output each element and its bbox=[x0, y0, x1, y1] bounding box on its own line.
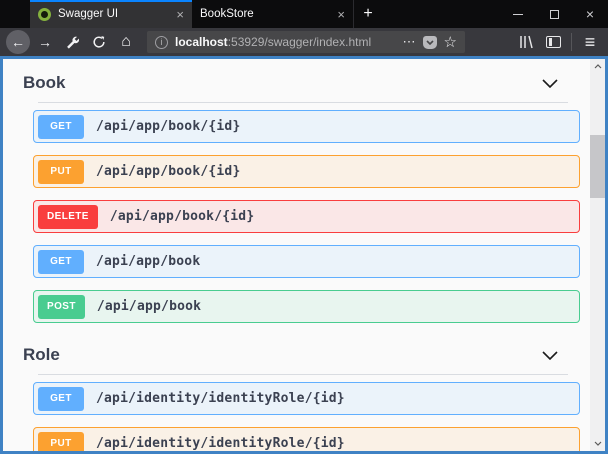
endpoint-path: /api/app/book/{id} bbox=[96, 119, 240, 134]
reload-icon bbox=[92, 35, 106, 49]
scroll-up-button[interactable] bbox=[590, 59, 605, 74]
window-controls: × bbox=[500, 0, 608, 28]
api-sections: BookGET/api/app/book/{id}PUT/api/app/boo… bbox=[3, 73, 590, 451]
section-divider bbox=[38, 374, 568, 375]
tab-swagger-ui[interactable]: Swagger UI × bbox=[30, 0, 192, 28]
new-tab-button[interactable]: + bbox=[354, 0, 382, 28]
endpoint-row-get[interactable]: GET/api/app/book/{id} bbox=[33, 110, 580, 143]
sidebar-icon bbox=[546, 36, 561, 48]
navigation-toolbar: ← → ⌂ i localhost:53929/swagger/index.ht… bbox=[0, 28, 608, 56]
swagger-page: BookGET/api/app/book/{id}PUT/api/app/boo… bbox=[3, 59, 590, 451]
endpoint-row-get[interactable]: GET/api/identity/identityRole/{id} bbox=[33, 382, 580, 415]
bookmark-star-icon[interactable]: ☆ bbox=[444, 33, 457, 51]
titlebar-dragspace bbox=[0, 0, 30, 28]
url-host: localhost bbox=[175, 35, 228, 49]
minimize-icon bbox=[513, 14, 523, 15]
developer-tools-button[interactable] bbox=[60, 30, 84, 54]
endpoint-row-get[interactable]: GET/api/app/book bbox=[33, 245, 580, 278]
tab-close-icon[interactable]: × bbox=[329, 7, 345, 22]
browser-window: Swagger UI × BookStore × + × ← → ⌂ i loc… bbox=[0, 0, 608, 454]
library-icon bbox=[519, 35, 534, 49]
endpoint-row-put[interactable]: PUT/api/identity/identityRole/{id} bbox=[33, 427, 580, 451]
minimize-button[interactable] bbox=[500, 0, 536, 28]
chevron-down-icon bbox=[594, 441, 602, 446]
section-header-role[interactable]: Role bbox=[23, 335, 558, 365]
tab-bookstore[interactable]: BookStore × bbox=[192, 0, 354, 28]
endpoint-row-put[interactable]: PUT/api/app/book/{id} bbox=[33, 155, 580, 188]
method-badge: PUT bbox=[38, 160, 84, 184]
method-badge: GET bbox=[38, 115, 84, 139]
tab-close-icon[interactable]: × bbox=[168, 7, 184, 22]
address-bar[interactable]: i localhost:53929/swagger/index.html ⋯ ☆ bbox=[147, 31, 465, 53]
endpoint-path: /api/app/book bbox=[96, 254, 200, 269]
section-title: Book bbox=[23, 73, 66, 93]
back-icon: ← bbox=[11, 34, 25, 50]
scrollbar-thumb[interactable] bbox=[590, 135, 605, 198]
menu-button[interactable]: ≡ bbox=[578, 30, 602, 54]
toolbar-separator bbox=[571, 33, 572, 51]
endpoint-path: /api/app/book/{id} bbox=[96, 164, 240, 179]
method-badge: GET bbox=[38, 387, 84, 411]
api-section-book: BookGET/api/app/book/{id}PUT/api/app/boo… bbox=[3, 73, 590, 323]
vertical-scrollbar[interactable] bbox=[590, 59, 605, 451]
method-badge: PUT bbox=[38, 432, 84, 452]
method-badge: GET bbox=[38, 250, 84, 274]
url-text[interactable]: localhost:53929/swagger/index.html bbox=[175, 35, 396, 49]
url-path: :53929/swagger/index.html bbox=[228, 35, 371, 49]
tab-title: Swagger UI bbox=[58, 8, 168, 20]
chevron-down-icon bbox=[542, 79, 558, 88]
reload-button[interactable] bbox=[87, 30, 111, 54]
forward-button[interactable]: → bbox=[33, 30, 57, 54]
sidebar-toggle-button[interactable] bbox=[541, 30, 565, 54]
swagger-favicon-icon bbox=[38, 8, 51, 21]
site-info-icon[interactable]: i bbox=[155, 36, 168, 49]
method-badge: POST bbox=[38, 295, 85, 319]
hamburger-menu-icon: ≡ bbox=[585, 32, 596, 53]
endpoint-row-post[interactable]: POST/api/app/book bbox=[33, 290, 580, 323]
titlebar: Swagger UI × BookStore × + × bbox=[0, 0, 608, 28]
library-button[interactable] bbox=[514, 30, 538, 54]
wrench-icon bbox=[65, 35, 79, 49]
endpoint-path: /api/app/book/{id} bbox=[110, 209, 254, 224]
forward-icon: → bbox=[38, 34, 52, 50]
section-title: Role bbox=[23, 345, 60, 365]
scroll-down-button[interactable] bbox=[590, 436, 605, 451]
back-button[interactable]: ← bbox=[6, 30, 30, 54]
endpoint-path: /api/app/book bbox=[97, 299, 201, 314]
endpoint-row-delete[interactable]: DELETE/api/app/book/{id} bbox=[33, 200, 580, 233]
method-badge: DELETE bbox=[38, 205, 98, 229]
pocket-icon[interactable] bbox=[423, 36, 437, 49]
endpoint-path: /api/identity/identityRole/{id} bbox=[96, 436, 345, 451]
api-section-role: RoleGET/api/identity/identityRole/{id}PU… bbox=[3, 335, 590, 451]
home-icon: ⌂ bbox=[121, 33, 131, 51]
chevron-down-icon bbox=[542, 351, 558, 360]
chevron-up-icon bbox=[594, 64, 602, 69]
tab-title: BookStore bbox=[200, 8, 329, 20]
page-content: BookGET/api/app/book/{id}PUT/api/app/boo… bbox=[0, 56, 608, 454]
section-divider bbox=[38, 102, 568, 103]
home-button[interactable]: ⌂ bbox=[114, 30, 138, 54]
close-button[interactable]: × bbox=[572, 0, 608, 28]
page-actions-button[interactable]: ⋯ bbox=[403, 34, 416, 50]
maximize-button[interactable] bbox=[536, 0, 572, 28]
section-header-book[interactable]: Book bbox=[23, 73, 558, 93]
endpoint-path: /api/identity/identityRole/{id} bbox=[96, 391, 345, 406]
maximize-icon bbox=[550, 10, 559, 19]
